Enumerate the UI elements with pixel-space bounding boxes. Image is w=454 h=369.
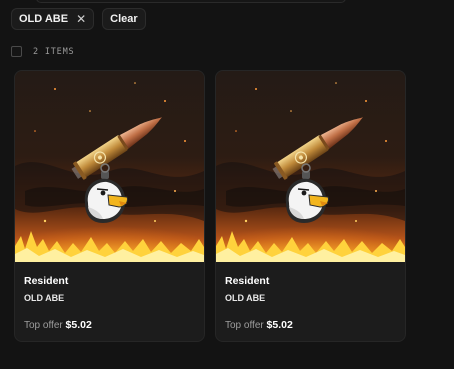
close-icon[interactable]: ✕ [76,13,86,25]
active-filters: OLD ABE ✕ Clear [11,8,146,30]
item-title: Resident [24,275,69,287]
top-offer-price: $5.02 [266,319,293,331]
app-page: OLD ABE ✕ Clear 2 ITEMS Resident OLD ABE… [0,0,454,369]
results-header: 2 ITEMS [11,46,74,57]
select-all-checkbox[interactable] [11,46,22,57]
filter-chip-old-abe[interactable]: OLD ABE ✕ [11,8,95,30]
item-collection: OLD ABE [225,293,266,303]
top-offer: Top offer $5.02 [24,319,92,331]
filter-chip-label: OLD ABE [19,13,69,25]
item-artwork-image [216,71,405,262]
top-offer-price: $5.02 [65,319,92,331]
item-collection: OLD ABE [24,293,65,303]
top-offer-label: Top offer [225,320,264,331]
item-title: Resident [225,275,270,287]
top-offer-label: Top offer [24,320,63,331]
search-bar-edge [36,0,346,3]
item-card[interactable]: Resident OLD ABE Top offer $5.02 [215,70,406,342]
top-offer: Top offer $5.02 [225,319,293,331]
item-card[interactable]: Resident OLD ABE Top offer $5.02 [14,70,205,342]
items-count: 2 ITEMS [33,46,75,57]
clear-filters-button[interactable]: Clear [102,8,146,30]
item-artwork-image [15,71,204,262]
